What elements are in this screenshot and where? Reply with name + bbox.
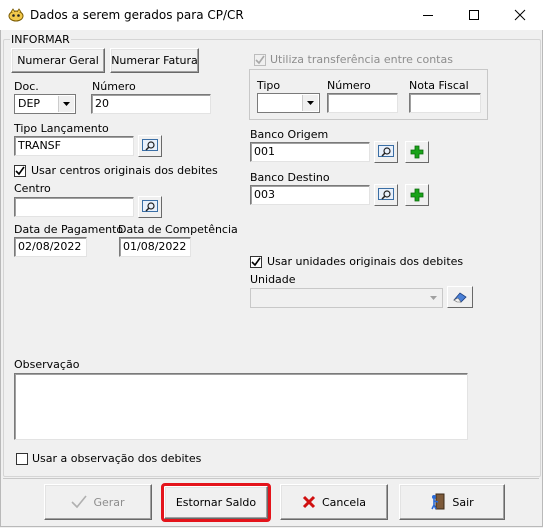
transferencia-numero-input[interactable] [327, 93, 398, 113]
search-icon [142, 139, 158, 151]
numerar-fatura-button[interactable]: Numerar Fatura [110, 48, 199, 73]
close-icon [514, 9, 526, 21]
observacao-label: Observação [14, 358, 80, 371]
doc-value: DEP [18, 97, 41, 110]
transferencia-label: Utiliza transferência entre contas [270, 53, 453, 66]
numero-input[interactable]: 20 [91, 94, 211, 114]
usar-unidades-label: Usar unidades originais dos debites [267, 255, 464, 268]
window-title: Dados a serem gerados para CP/CR [30, 8, 244, 22]
banco-destino-search-button[interactable] [374, 184, 398, 206]
numerar-geral-button[interactable]: Numerar Geral [11, 48, 105, 73]
banco-destino-label: Banco Destino [250, 171, 330, 184]
numero-label: Número [92, 80, 136, 93]
sair-button[interactable]: Sair [399, 484, 505, 520]
cancela-button[interactable]: Cancela [280, 484, 388, 520]
usar-unidades-checkbox[interactable] [250, 256, 262, 268]
data-pagamento-input[interactable]: 02/08/2022 [14, 237, 87, 257]
data-competencia-input[interactable]: 01/08/2022 [119, 237, 191, 257]
minimize-button[interactable] [405, 0, 451, 30]
tipo-select[interactable] [257, 93, 320, 113]
data-competencia-label: Data de Competência [118, 223, 238, 236]
banco-destino-add-button[interactable] [405, 184, 429, 206]
x-icon [302, 495, 316, 509]
sair-label: Sair [452, 495, 474, 509]
search-icon [378, 145, 394, 157]
tipo-lancamento-input[interactable]: TRANSF [14, 136, 134, 156]
check-icon [15, 166, 25, 176]
nota-fiscal-label: Nota Fiscal [409, 79, 469, 92]
observacao-textarea[interactable] [14, 373, 468, 440]
doc-select[interactable]: DEP [14, 94, 76, 114]
usar-centros-checkbox[interactable] [14, 165, 26, 177]
usar-centros-label: Usar centros originais dos debites [31, 164, 218, 177]
chevron-down-icon [426, 290, 441, 306]
banco-destino-input[interactable]: 003 [250, 185, 370, 205]
app-icon [8, 7, 24, 23]
exit-icon [431, 493, 445, 510]
usar-observacao-checkbox[interactable] [16, 453, 28, 465]
data-pagamento-label: Data de Pagamento [14, 223, 124, 236]
banco-origem-add-button[interactable] [405, 141, 429, 163]
search-icon [378, 188, 394, 200]
maximize-icon [469, 10, 479, 20]
transferencia-checkbox[interactable] [254, 54, 266, 66]
plus-icon [410, 188, 424, 202]
banco-origem-search-button[interactable] [374, 141, 398, 163]
search-icon [142, 200, 158, 212]
check-icon [255, 55, 265, 65]
gerar-label: Gerar [93, 495, 125, 509]
check-icon [251, 257, 261, 267]
group-legend: INFORMAR [10, 33, 71, 46]
check-icon [71, 495, 88, 509]
gerar-button[interactable]: Gerar [44, 484, 152, 520]
cancela-label: Cancela [321, 495, 366, 509]
plus-icon [410, 145, 424, 159]
transferencia-numero-label: Número [327, 79, 371, 92]
chevron-down-icon [302, 95, 318, 111]
banco-origem-label: Banco Origem [250, 128, 329, 141]
centro-input[interactable] [14, 197, 134, 217]
banco-origem-input[interactable]: 001 [250, 142, 370, 162]
tipo-lancamento-search-button[interactable] [138, 135, 162, 157]
maximize-button[interactable] [451, 0, 497, 30]
highlight-frame [161, 483, 271, 522]
doc-label: Doc. [14, 80, 39, 93]
eraser-icon [453, 292, 467, 303]
unidade-label: Unidade [250, 273, 296, 286]
chevron-down-icon [58, 96, 74, 112]
tipo-label: Tipo [257, 79, 281, 92]
unidade-select[interactable] [250, 288, 443, 308]
tipo-lancamento-label: Tipo Lançamento [14, 122, 109, 135]
nota-fiscal-input[interactable] [409, 93, 481, 113]
close-button[interactable] [497, 0, 543, 30]
unidade-clear-button[interactable] [447, 286, 473, 308]
minimize-icon [423, 15, 433, 16]
centro-search-button[interactable] [138, 196, 162, 218]
usar-observacao-label: Usar a observação dos debites [32, 452, 202, 465]
centro-label: Centro [14, 182, 51, 195]
